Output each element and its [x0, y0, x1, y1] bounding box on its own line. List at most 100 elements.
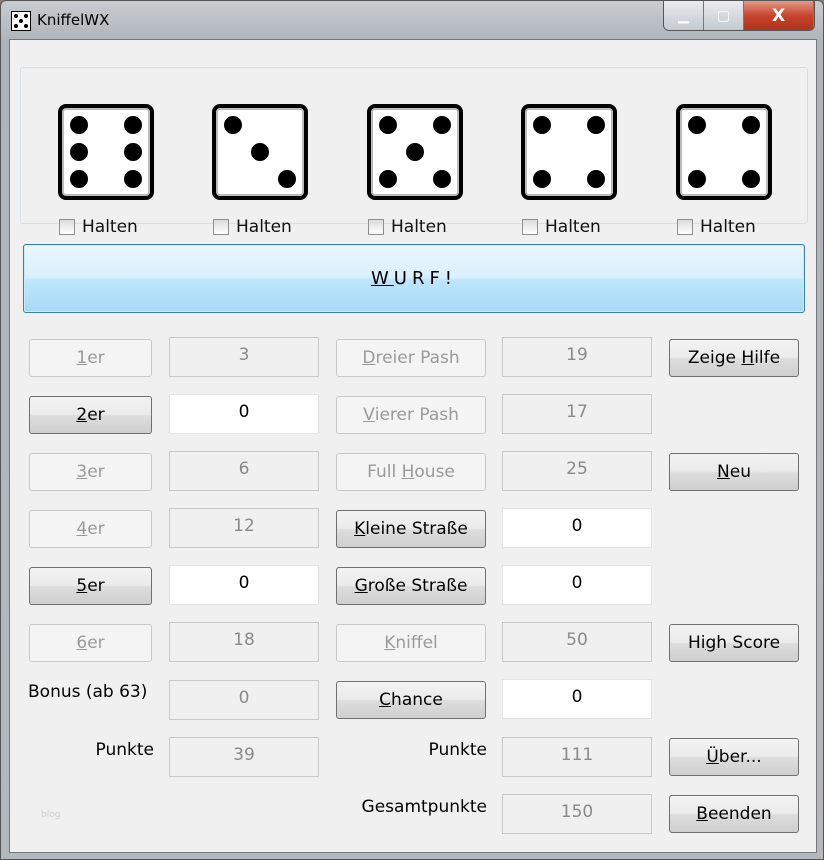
roll-button[interactable]: W URF!: [23, 244, 805, 313]
pip: [124, 143, 142, 161]
hold-checkbox-5[interactable]: Halten: [677, 217, 756, 237]
button-label: eu: [729, 462, 751, 482]
quit-button[interactable]: Beenden: [669, 795, 799, 833]
lower-score-field: 19: [502, 337, 652, 377]
pip: [533, 116, 551, 134]
button-label: er: [87, 519, 105, 539]
bonus-label: Bonus (ab 63): [28, 682, 148, 702]
mnemonic: 3: [76, 462, 88, 482]
window-title: KniffelWX: [37, 11, 110, 29]
button-label: roße Straße: [367, 576, 468, 596]
button-label: er: [87, 576, 105, 596]
score-button-1er: 1 er: [29, 339, 152, 377]
hold-checkbox-3[interactable]: Halten: [368, 217, 447, 237]
mnemonic: K: [384, 633, 396, 653]
mnemonic: D: [362, 348, 376, 368]
lower-total-field: 111: [502, 737, 652, 777]
pip: [742, 170, 760, 188]
hold-label: Halten: [545, 217, 601, 237]
upper-score-field: 0: [169, 565, 319, 605]
pip: [70, 143, 88, 161]
mnemonic: g: [705, 633, 717, 653]
pip: [688, 170, 706, 188]
checkbox[interactable]: [677, 219, 693, 235]
button-label: ber...: [718, 747, 762, 767]
lower-score-field: 25: [502, 451, 652, 491]
mnemonic: B: [696, 804, 708, 824]
pip: [587, 116, 605, 134]
die-3: [367, 104, 463, 200]
pip: [379, 116, 397, 134]
bonus-field: 0: [169, 680, 319, 720]
pip: [70, 116, 88, 134]
score-button-6er: 6 er: [29, 624, 152, 662]
button-label: er: [87, 348, 105, 368]
new-game-button[interactable]: Neu: [669, 453, 799, 491]
checkbox[interactable]: [213, 219, 229, 235]
score-button-5er[interactable]: 5 er: [29, 567, 152, 605]
help-button[interactable]: Zeige Hilfe: [669, 339, 799, 377]
mnemonic: V: [363, 405, 375, 425]
button-label: ouse: [414, 462, 455, 482]
mnemonic: 2: [76, 405, 88, 425]
hold-checkbox-1[interactable]: Halten: [59, 217, 138, 237]
die-5: [676, 104, 772, 200]
pip: [587, 170, 605, 188]
about-button[interactable]: Über...: [669, 738, 799, 776]
button-label: reier Pash: [375, 348, 460, 368]
hold-label: Halten: [391, 217, 447, 237]
checkbox[interactable]: [368, 219, 384, 235]
close-button[interactable]: X: [744, 1, 814, 30]
roll-mnemonic: W: [370, 268, 394, 289]
lower-score-field: 17: [502, 394, 652, 434]
dice-group: Halten Halten Halten Halten Halten: [20, 67, 808, 237]
checkbox[interactable]: [522, 219, 538, 235]
pip: [224, 116, 242, 134]
lower-total-label: Punkte: [428, 740, 487, 760]
pip: [533, 170, 551, 188]
minimize-button[interactable]: ▁: [664, 1, 704, 30]
score-button-lower-4[interactable]: Kleine Straße: [336, 510, 486, 548]
lower-score-field: 50: [502, 622, 652, 662]
score-button-4er: 4 er: [29, 510, 152, 548]
pip: [742, 116, 760, 134]
upper-score-field: 6: [169, 451, 319, 491]
hold-checkbox-2[interactable]: Halten: [213, 217, 292, 237]
upper-score-field: 18: [169, 622, 319, 662]
button-label-prefix: Hi: [687, 633, 706, 653]
button-label: er: [87, 462, 105, 482]
grand-total-label: Gesamtpunkte: [361, 797, 487, 817]
pip: [278, 170, 296, 188]
score-button-lower-7[interactable]: Chance: [336, 681, 486, 719]
score-button-lower-6: Kniffel: [336, 624, 486, 662]
pip: [688, 116, 706, 134]
score-button-lower-3: Full House: [336, 453, 486, 491]
mnemonic: 4: [76, 519, 88, 539]
button-label: ilfe: [754, 348, 781, 368]
hold-label: Halten: [82, 217, 138, 237]
checkbox[interactable]: [59, 219, 75, 235]
upper-total-label: Punkte: [95, 740, 154, 760]
button-label: eenden: [707, 804, 772, 824]
maximize-button[interactable]: ▢: [704, 1, 744, 30]
pip: [433, 116, 451, 134]
mnemonic: G: [354, 576, 368, 596]
button-label: er: [87, 633, 105, 653]
die-4: [521, 104, 617, 200]
window-frame: KniffelWX ▁ ▢ X Halten Halten Halten Halten…: [0, 0, 824, 860]
hold-checkbox-4[interactable]: Halten: [522, 217, 601, 237]
score-button-lower-5[interactable]: Große Straße: [336, 567, 486, 605]
mnemonic: 1: [76, 348, 88, 368]
button-label-prefix: Full: [367, 462, 402, 482]
mnemonic: C: [379, 690, 392, 710]
upper-score-field: 3: [169, 337, 319, 377]
high-score-button[interactable]: Hi g h Score: [669, 624, 799, 662]
score-button-3er: 3 er: [29, 453, 152, 491]
button-label: leine Straße: [365, 519, 468, 539]
mnemonic: 6: [76, 633, 88, 653]
client-area: Halten Halten Halten Halten Halten W URF! Bon…: [9, 39, 817, 853]
pip: [70, 170, 88, 188]
app-dice-icon: [11, 11, 31, 31]
score-button-2er[interactable]: 2 er: [29, 396, 152, 434]
roll-label: URF!: [393, 268, 458, 289]
